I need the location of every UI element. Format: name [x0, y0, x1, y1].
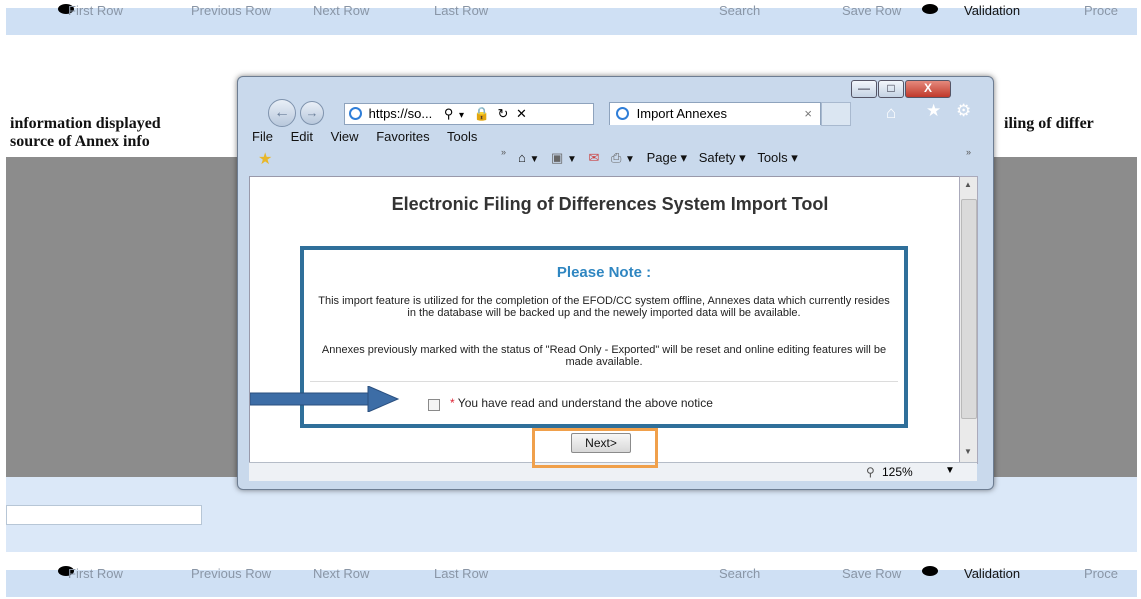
- close-window-button[interactable]: X: [905, 80, 951, 98]
- vertical-scrollbar[interactable]: ▲ ▼: [959, 176, 978, 464]
- stop-icon[interactable]: ✕: [516, 106, 527, 121]
- previous-row-link[interactable]: Previous Row: [191, 3, 271, 18]
- notice-paragraph-2: Annexes previously marked with the statu…: [321, 344, 887, 368]
- zoom-icon: ⚲: [866, 465, 875, 479]
- tools-menu[interactable]: Tools ▾: [757, 150, 798, 165]
- process-link[interactable]: Proce: [1084, 3, 1118, 18]
- address-url: https://so...: [368, 106, 433, 121]
- menu-favorites[interactable]: Favorites: [376, 129, 429, 144]
- validation-link[interactable]: Validation: [964, 3, 1020, 18]
- menu-bar: File Edit View Favorites Tools: [252, 129, 491, 144]
- previous-row-link[interactable]: Previous Row: [191, 566, 271, 581]
- chevron-more-icon[interactable]: »: [966, 147, 971, 157]
- page-content: Electronic Filing of Differences System …: [249, 176, 961, 464]
- new-tab-button[interactable]: [821, 102, 851, 126]
- lock-icon: 🔒: [473, 106, 490, 121]
- search-icon[interactable]: ⚲: [444, 106, 454, 121]
- page-menu[interactable]: Page ▾: [647, 150, 688, 165]
- scroll-up-icon[interactable]: ▲: [964, 180, 972, 189]
- minimize-button[interactable]: —: [851, 80, 877, 98]
- process-link[interactable]: Proce: [1084, 566, 1118, 581]
- gear-icon[interactable]: ⚙: [956, 101, 971, 121]
- first-row-link[interactable]: First Row: [68, 3, 123, 18]
- forward-button[interactable]: →: [300, 101, 324, 125]
- validation-link[interactable]: Validation: [964, 566, 1020, 581]
- dropdown-icon[interactable]: ▾: [459, 110, 464, 121]
- save-row-link[interactable]: Save Row: [842, 566, 901, 581]
- background-text-line2: source of Annex info: [10, 133, 150, 150]
- background-nav-bottom: First Row Previous Row Next Row Last Row…: [6, 566, 1137, 597]
- menu-view[interactable]: View: [331, 129, 359, 144]
- chevron-more-icon[interactable]: »: [501, 147, 506, 157]
- maximize-button[interactable]: □: [878, 80, 904, 98]
- notice-paragraph-1: This import feature is utilized for the …: [318, 295, 890, 319]
- save-row-link[interactable]: Save Row: [842, 3, 901, 18]
- divider: [310, 381, 898, 382]
- zoom-dropdown-icon[interactable]: ▼: [945, 465, 955, 476]
- background-text-line1: information displayed: [10, 115, 161, 132]
- menu-edit[interactable]: Edit: [291, 129, 313, 144]
- mail-icon[interactable]: ✉: [588, 150, 599, 165]
- acknowledge-text: You have read and understand the above n…: [457, 396, 713, 410]
- back-arrow-icon: ←: [274, 104, 290, 121]
- chevron-down-icon[interactable]: ▼: [529, 154, 539, 165]
- background-input[interactable]: [6, 505, 202, 525]
- ie-logo-icon: [349, 107, 362, 120]
- add-favorite-star-icon[interactable]: ★: [258, 149, 272, 169]
- tab-import-annexes[interactable]: Import Annexes ×: [609, 102, 821, 125]
- required-marker: *: [450, 396, 455, 410]
- background-nav-top: First Row Previous Row Next Row Last Row…: [6, 3, 1137, 35]
- nav-blob-icon: [922, 566, 938, 576]
- last-row-link[interactable]: Last Row: [434, 566, 488, 581]
- zoom-level[interactable]: 125%: [882, 465, 913, 479]
- tab-title: Import Annexes: [636, 106, 727, 121]
- menu-tools[interactable]: Tools: [447, 129, 477, 144]
- command-bar: ⌂ ▼ ▣ ▼ ✉ ⎙ ▼ Page ▾ Safety ▾ Tools ▾: [518, 150, 798, 166]
- chevron-down-icon[interactable]: ▼: [625, 154, 635, 165]
- last-row-link[interactable]: Last Row: [434, 3, 488, 18]
- search-link[interactable]: Search: [719, 566, 760, 581]
- background-text-right: iling of differ: [1004, 115, 1094, 132]
- next-row-link[interactable]: Next Row: [313, 3, 369, 18]
- annotation-arrow: [250, 386, 400, 412]
- next-row-link[interactable]: Next Row: [313, 566, 369, 581]
- chevron-down-icon[interactable]: ▼: [567, 154, 577, 165]
- scroll-down-icon[interactable]: ▼: [964, 447, 972, 456]
- acknowledge-checkbox[interactable]: [428, 399, 440, 411]
- address-bar[interactable]: https://so... ⚲ ▾ 🔒 ↻ ✕: [344, 103, 594, 125]
- notice-title: Please Note :: [556, 264, 652, 281]
- search-link[interactable]: Search: [719, 3, 760, 18]
- next-highlight-box: [532, 428, 658, 468]
- favorites-star-icon[interactable]: ★: [926, 101, 941, 121]
- nav-blob-icon: [922, 4, 938, 14]
- refresh-icon[interactable]: ↻: [497, 106, 508, 121]
- acknowledge-label[interactable]: * You have read and understand the above…: [450, 396, 713, 410]
- page-title: Electronic Filing of Differences System …: [391, 194, 829, 214]
- print-icon[interactable]: ⎙: [611, 150, 621, 165]
- forward-arrow-icon: →: [305, 105, 319, 120]
- safety-menu[interactable]: Safety ▾: [699, 150, 746, 165]
- first-row-link[interactable]: First Row: [68, 566, 123, 581]
- feeds-icon[interactable]: ▣: [551, 150, 563, 165]
- close-tab-icon[interactable]: ×: [804, 103, 812, 125]
- home-icon[interactable]: ⌂: [886, 103, 896, 123]
- scrollbar-thumb[interactable]: [961, 199, 977, 419]
- menu-file[interactable]: File: [252, 129, 273, 144]
- ie-logo-icon: [616, 107, 629, 120]
- home-small-icon[interactable]: ⌂: [518, 150, 526, 165]
- back-button[interactable]: ←: [268, 99, 296, 127]
